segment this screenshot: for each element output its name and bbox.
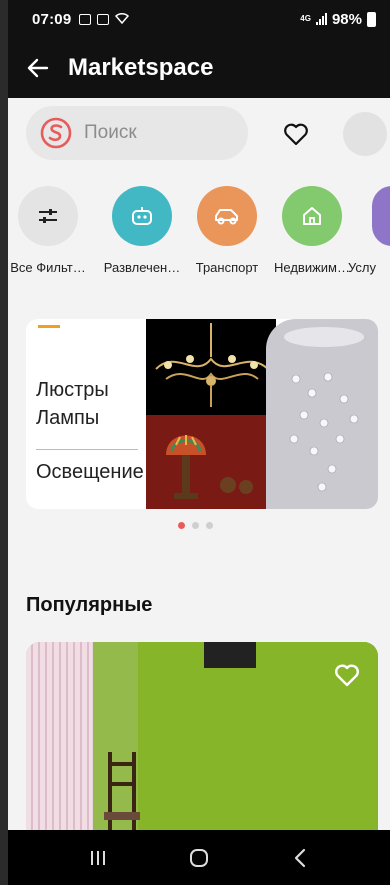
heart-icon	[284, 123, 308, 146]
back-button[interactable]	[8, 38, 68, 98]
category-icon-bg	[282, 186, 342, 246]
status-bar: 07:09 4G 98%	[8, 0, 390, 38]
category-transport[interactable]: Транспорт	[182, 186, 272, 275]
sliders-icon	[39, 209, 57, 223]
notification-icon	[97, 13, 110, 25]
crystal-chandelier-image	[266, 319, 378, 509]
car-icon	[215, 209, 238, 225]
system-nav-bar	[8, 830, 390, 885]
status-time: 07:09	[32, 10, 72, 28]
category-label: Услу	[348, 260, 376, 275]
battery-icon	[367, 11, 376, 27]
phone-screen: 07:09 4G 98% Marketspace Поиск Все Фильт…	[8, 0, 390, 885]
tiffany-lamp-image	[146, 415, 276, 509]
system-back-button[interactable]	[280, 838, 320, 878]
banner-line-2: Лампы	[36, 407, 100, 429]
search-bar[interactable]	[26, 106, 248, 160]
category-entertainment[interactable]: Развлечен…	[97, 186, 187, 275]
home-icon	[189, 848, 208, 867]
app-bar: Marketspace	[8, 38, 390, 98]
category-icon-bg	[372, 186, 390, 246]
gallery-notification-icon	[79, 13, 92, 25]
category-icon-bg	[197, 186, 257, 246]
category-icon-bg	[112, 186, 172, 246]
category-label: Транспорт	[195, 260, 259, 275]
chandelier-image	[146, 319, 276, 415]
category-label: Недвижим…	[274, 260, 350, 275]
carousel-dot-active[interactable]	[177, 522, 185, 529]
network-type: 4G	[300, 14, 311, 23]
profile-button[interactable]	[343, 112, 387, 156]
category-label: Все Фильт…	[10, 260, 86, 275]
arrow-left-icon	[27, 58, 49, 78]
banner-divider	[36, 449, 138, 450]
app-title: Marketspace	[68, 54, 214, 81]
carousel-indicator	[8, 522, 390, 529]
window-blind	[26, 642, 92, 830]
banner-line-3: Освещение	[36, 461, 144, 483]
wifi-icon	[115, 11, 130, 28]
listing-favorite-button[interactable]	[332, 660, 362, 690]
back-icon	[294, 848, 305, 867]
home-button[interactable]	[179, 838, 219, 878]
category-list: Все Фильт… Развлечен… Транспорт Недвижим…	[8, 186, 390, 296]
robot-icon	[132, 207, 152, 225]
main-content: Все Фильт… Развлечен… Транспорт Недвижим…	[8, 98, 390, 830]
recent-apps-button[interactable]	[78, 838, 118, 878]
favorites-button[interactable]	[280, 118, 312, 150]
promo-banner[interactable]: Люстры Лампы Освещение	[26, 319, 378, 509]
category-label: Развлечен…	[103, 260, 181, 275]
tv-shape	[204, 642, 256, 668]
banner-accent	[38, 325, 60, 328]
category-services[interactable]: Услу	[348, 186, 390, 275]
popular-listing-card[interactable]	[26, 642, 378, 830]
battery-percent: 98%	[331, 10, 362, 28]
signal-icon	[315, 13, 327, 25]
search-input[interactable]	[84, 122, 224, 144]
popular-section-title: Популярные	[26, 594, 153, 616]
carousel-dot[interactable]	[191, 522, 199, 529]
recent-apps-icon	[91, 850, 106, 865]
chair-shape	[104, 752, 140, 830]
house-icon	[303, 207, 321, 225]
heart-icon	[335, 664, 359, 687]
category-real-estate[interactable]: Недвижим…	[267, 186, 357, 275]
app-logo-icon	[40, 117, 72, 149]
banner-line-1: Люстры	[36, 379, 109, 401]
category-all-filters[interactable]: Все Фильт…	[8, 186, 93, 275]
carousel-dot[interactable]	[205, 522, 213, 529]
category-icon-bg	[18, 186, 78, 246]
